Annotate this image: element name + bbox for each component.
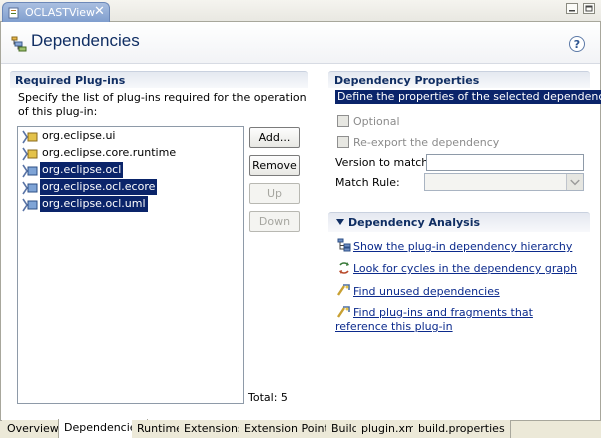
version-to-match-label: Version to match: [335,156,432,169]
view-tab-title: OCLASTView [25,6,96,19]
page-title: Dependencies [31,31,140,50]
required-plugins-list[interactable]: org.eclipse.ui org.eclipse.core.runtime … [17,126,244,404]
plugin-icon [22,130,38,144]
help-icon[interactable]: ? [569,36,585,52]
chevron-down-icon[interactable] [566,174,583,190]
tab-build-properties[interactable]: build.properties [413,420,511,438]
required-plugins-title: Required Plug-ins [15,74,126,87]
total-count: Total: 5 [248,391,288,404]
view-tab-oclastview[interactable]: OCLASTView ✕ [2,2,110,23]
remove-button[interactable]: Remove [249,155,300,176]
dependency-properties-title: Dependency Properties [334,74,480,87]
version-to-match-input[interactable] [426,154,584,171]
reexport-label: Re-export the dependency [353,136,500,149]
plugin-label: org.eclipse.core.runtime [42,146,177,159]
search-plugin-icon [337,284,350,296]
plugin-icon [22,181,38,195]
close-icon[interactable]: ✕ [94,4,105,19]
find-unused-dependencies-link[interactable]: Find unused dependencies [353,285,500,298]
hierarchy-icon [337,238,351,252]
tab-overview[interactable]: Overview [2,420,65,438]
header-divider [1,63,600,64]
match-rule-select[interactable] [424,173,584,191]
plugin-manifest-icon [8,7,19,19]
plugin-label: org.eclipse.ocl.uml [40,196,148,212]
plugin-label: org.eclipse.ui [42,129,116,142]
dependency-properties-description: Define the properties of the selected de… [335,90,601,104]
required-plugins-description: Specify the list of plug-ins required fo… [18,91,307,118]
dependency-analysis-title: Dependency Analysis [348,216,481,229]
reexport-checkbox[interactable] [337,136,349,148]
plugin-icon [22,164,38,178]
plugin-label: org.eclipse.ocl.ecore [40,179,158,195]
plugin-label: org.eclipse.ocl [40,162,124,178]
cycle-icon [339,262,349,274]
optional-checkbox[interactable] [337,115,349,127]
show-dependency-hierarchy-link[interactable]: Show the plug-in dependency hierarchy [353,240,572,253]
dependencies-icon [11,36,27,52]
down-button[interactable]: Down [249,211,300,232]
minimize-icon[interactable] [566,3,578,14]
add-button[interactable]: Add... [249,127,300,148]
plugin-icon [22,198,38,212]
optional-label: Optional [353,115,400,128]
up-button[interactable]: Up [249,183,300,204]
collapse-toggle-icon[interactable] [336,219,344,225]
plugin-icon [22,147,38,161]
maximize-icon[interactable] [583,3,595,14]
look-for-cycles-link[interactable]: Look for cycles in the dependency graph [353,262,577,275]
match-rule-label: Match Rule: [335,176,400,189]
find-referencing-plugins-link[interactable]: Find plug-ins and fragments that referen… [335,306,585,334]
